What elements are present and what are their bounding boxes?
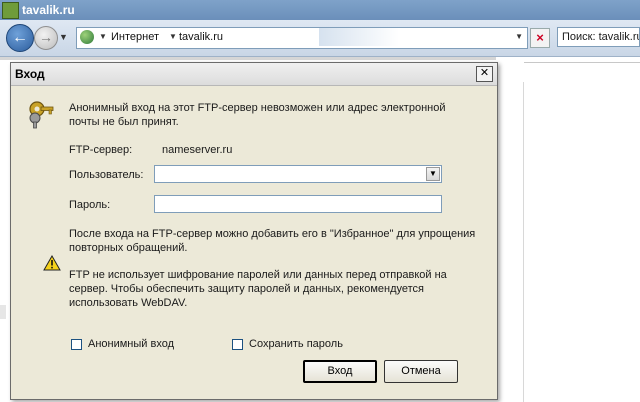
ftp-login-dialog: Вход ✕ Анонимный вход на этот FTP-сервер… (10, 62, 498, 400)
security-warning: FTP не использует шифрование паролей или… (69, 269, 447, 309)
page-divider (523, 82, 524, 402)
save-password-checkbox[interactable] (232, 339, 243, 350)
chevron-down-icon[interactable]: ▼ (426, 167, 440, 181)
forward-button[interactable]: → (34, 26, 58, 50)
page-scroll-mark (0, 305, 6, 319)
stop-icon[interactable]: × (530, 28, 550, 48)
window-title: tavalik.ru (22, 3, 75, 17)
page-divider (524, 62, 640, 63)
dialog-title-bar: Вход ✕ (11, 63, 497, 86)
app-icon (2, 2, 19, 19)
password-field[interactable] (154, 195, 442, 213)
login-button[interactable]: Вход (303, 360, 377, 383)
key-icon (29, 101, 54, 129)
browser-title-bar: tavalik.ru (0, 0, 640, 20)
server-value: nameserver.ru (162, 144, 233, 156)
address-dropdown-icon[interactable]: ▼ (515, 32, 523, 41)
address-crumb-site[interactable]: tavalik.ru (179, 31, 223, 43)
chevron-right-icon[interactable]: ▼ (99, 32, 107, 41)
chevron-right-icon[interactable]: ▼ (169, 32, 177, 41)
save-password-label[interactable]: Сохранить пароль (249, 338, 343, 350)
error-message: Анонимный вход на этот FTP-сервер невозм… (69, 102, 446, 128)
password-label: Пароль: (69, 199, 111, 211)
username-combo[interactable]: ▼ (154, 165, 442, 183)
search-input[interactable]: Поиск: tavalik.ru (557, 27, 640, 47)
anonymous-login-checkbox[interactable] (71, 339, 82, 350)
navigation-bar: ← → ▼ ▼ Интернет ▼ tavalik.ru ▼ × Поиск:… (0, 20, 640, 57)
forward-arrow-icon: → (39, 29, 53, 45)
back-arrow-icon: ← (12, 29, 28, 46)
address-bar[interactable]: ▼ Интернет ▼ tavalik.ru ▼ (76, 27, 528, 49)
dialog-title: Вход (15, 67, 45, 81)
server-label: FTP-сервер: (69, 144, 133, 156)
back-button[interactable]: ← (6, 24, 34, 52)
address-highlight (319, 28, 399, 46)
address-crumb-internet[interactable]: Интернет (111, 31, 159, 43)
anonymous-login-label[interactable]: Анонимный вход (88, 338, 174, 350)
cancel-button[interactable]: Отмена (384, 360, 458, 383)
username-label: Пользователь: (69, 169, 144, 181)
history-dropdown-icon[interactable]: ▼ (59, 32, 68, 42)
globe-icon (80, 30, 94, 44)
close-icon[interactable]: ✕ (476, 66, 493, 82)
warning-icon (43, 255, 61, 271)
favorites-note: После входа на FTP-сервер можно добавить… (69, 228, 476, 254)
page-divider (0, 57, 496, 60)
